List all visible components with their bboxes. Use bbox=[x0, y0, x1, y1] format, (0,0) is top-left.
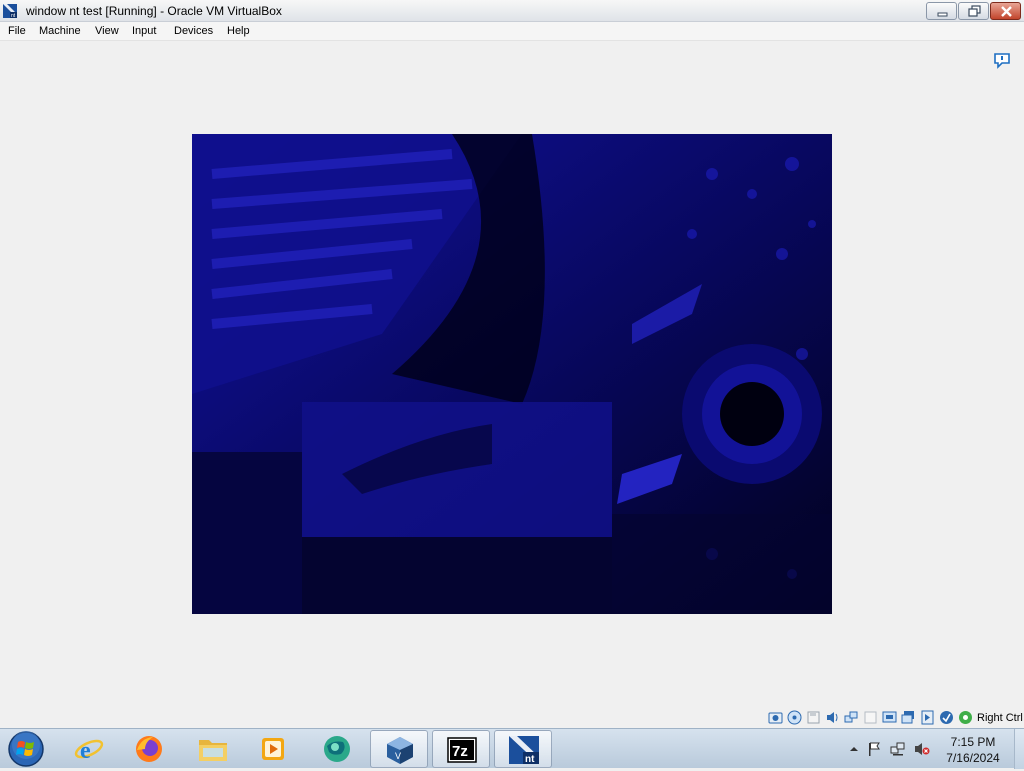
svg-text:e: e bbox=[80, 738, 91, 764]
minimize-button[interactable] bbox=[926, 2, 957, 20]
mouse-integration-icon[interactable] bbox=[958, 710, 973, 725]
taskbar-media-player[interactable] bbox=[244, 730, 302, 768]
globe-app-icon bbox=[324, 736, 350, 762]
menu-input[interactable]: Input bbox=[132, 25, 156, 37]
taskbar-virtualbox-vm-window[interactable]: nt bbox=[494, 730, 552, 768]
window-titlebar[interactable]: nt window nt test [Running] - Oracle VM … bbox=[0, 0, 1024, 22]
restore-icon bbox=[968, 5, 981, 17]
volume-muted-icon[interactable] bbox=[914, 741, 930, 757]
virtualbox-icon: V bbox=[387, 737, 413, 764]
vm-statusbar: Right Ctrl bbox=[0, 708, 1024, 728]
guest-additions-icon[interactable] bbox=[939, 710, 954, 725]
audio-icon[interactable] bbox=[825, 710, 840, 725]
7zip-icon: 7z bbox=[447, 737, 477, 763]
window-title: window nt test [Running] - Oracle VM Vir… bbox=[26, 4, 282, 18]
network-icon[interactable] bbox=[844, 710, 859, 725]
virtualbox-nt-icon: nt bbox=[2, 3, 18, 19]
internet-explorer-icon: e bbox=[74, 738, 104, 764]
menu-devices[interactable]: Devices bbox=[174, 25, 213, 37]
message-bubble-icon[interactable] bbox=[993, 52, 1011, 70]
windows-start-icon bbox=[8, 731, 44, 767]
restore-button[interactable] bbox=[958, 2, 989, 20]
menu-help[interactable]: Help bbox=[227, 25, 250, 37]
video-capture-icon[interactable] bbox=[920, 710, 935, 725]
hard-disk-icon[interactable] bbox=[768, 710, 783, 725]
start-button[interactable] bbox=[4, 730, 48, 768]
taskbar-7-zip[interactable]: 7z bbox=[432, 730, 490, 768]
folder-icon bbox=[199, 740, 227, 761]
show-desktop-button[interactable] bbox=[1014, 729, 1024, 769]
floppy-drive-icon[interactable] bbox=[806, 710, 821, 725]
show-hidden-icons-icon[interactable] bbox=[846, 741, 862, 757]
guest-desktop-wallpaper bbox=[192, 134, 832, 614]
taskbar-app-globe[interactable] bbox=[308, 730, 366, 768]
menu-view[interactable]: View bbox=[95, 25, 119, 37]
display-icon[interactable] bbox=[901, 710, 916, 725]
svg-text:nt: nt bbox=[11, 13, 16, 19]
media-player-icon bbox=[262, 738, 284, 760]
taskbar-internet-explorer[interactable]: e bbox=[60, 730, 118, 768]
svg-text:nt: nt bbox=[525, 754, 535, 765]
menubar: File Machine View Input Devices Help bbox=[0, 22, 1024, 41]
taskbar-virtualbox[interactable]: V bbox=[370, 730, 428, 768]
taskbar-firefox[interactable] bbox=[120, 730, 178, 768]
usb-icon[interactable] bbox=[863, 710, 878, 725]
close-icon bbox=[1001, 6, 1012, 17]
taskbar: e V 7z nt 7:15 PM 7/16/2024 bbox=[0, 728, 1024, 769]
menu-file[interactable]: File bbox=[8, 25, 26, 37]
network-status-icon[interactable] bbox=[890, 741, 906, 757]
clock-time[interactable]: 7:15 PM bbox=[940, 735, 1006, 749]
clock-date[interactable]: 7/16/2024 bbox=[936, 751, 1010, 765]
svg-text:7z: 7z bbox=[452, 743, 468, 760]
virtualbox-nt-icon: nt bbox=[509, 736, 539, 765]
menu-machine[interactable]: Machine bbox=[39, 25, 81, 37]
svg-text:V: V bbox=[395, 751, 401, 761]
shared-folders-icon[interactable] bbox=[882, 710, 897, 725]
firefox-icon bbox=[136, 736, 162, 762]
optical-drive-icon[interactable] bbox=[787, 710, 802, 725]
action-center-flag-icon[interactable] bbox=[866, 741, 882, 757]
vm-display[interactable] bbox=[192, 134, 832, 614]
taskbar-file-explorer[interactable] bbox=[184, 730, 242, 768]
host-key-label[interactable]: Right Ctrl bbox=[977, 712, 1023, 724]
close-button[interactable] bbox=[990, 2, 1021, 20]
minimize-icon bbox=[937, 12, 948, 17]
